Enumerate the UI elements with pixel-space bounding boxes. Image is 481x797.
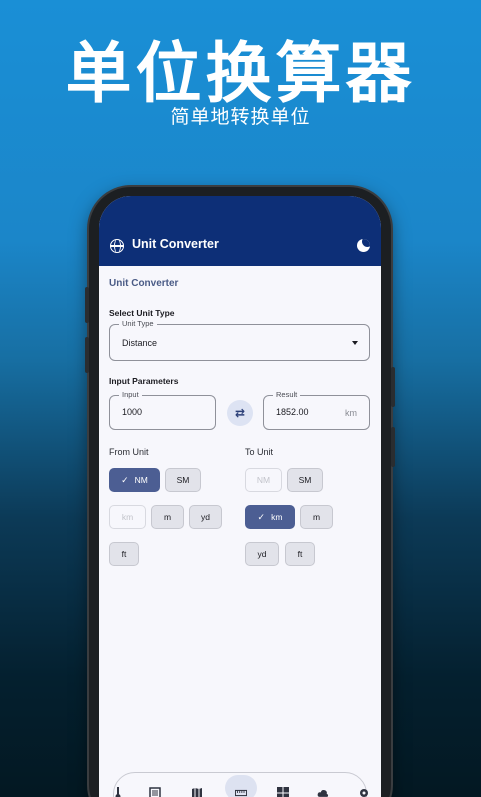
globe-icon: [110, 239, 124, 253]
app-screen: Unit Converter Unit Converter Select Uni…: [99, 196, 381, 797]
chip-label: SM: [298, 475, 312, 485]
chip-label: ft: [297, 549, 303, 559]
map-icon[interactable]: [191, 787, 203, 797]
phone-frame: Unit Converter Unit Converter Select Uni…: [85, 187, 395, 797]
result-field[interactable]: Result 1852.00 km: [263, 390, 370, 430]
chip-label: ft: [121, 549, 127, 559]
from-chip-ft[interactable]: ft: [109, 542, 139, 566]
chip-label: SM: [176, 475, 190, 485]
check-icon: ✓: [257, 511, 266, 522]
chip-label: NM: [134, 475, 148, 485]
from-chip-km: km: [109, 505, 146, 529]
check-icon: ✓: [121, 474, 129, 485]
input-value: 1000: [122, 407, 143, 417]
result-legend: Result: [273, 390, 301, 399]
unit-type-dropdown[interactable]: Unit Type Distance: [109, 319, 370, 361]
to-unit-title: To Unit: [245, 447, 274, 457]
to-chip-m[interactable]: m: [300, 505, 333, 529]
chip-label: m: [163, 512, 172, 522]
chip-label: yd: [257, 549, 267, 559]
to-chip-nm: NM: [245, 468, 282, 492]
promo-subtitle: 简单地转换单位: [170, 106, 311, 128]
from-chip-m[interactable]: m: [151, 505, 184, 529]
bottom-navigation: [112, 772, 370, 797]
thermometer-icon[interactable]: [112, 787, 124, 797]
ruler-icon[interactable]: [235, 787, 247, 797]
chip-label: NM: [256, 475, 271, 485]
chip-label: m: [312, 512, 321, 522]
to-chip-ft[interactable]: ft: [285, 542, 315, 566]
from-chip-nm[interactable]: ✓ NM: [109, 468, 160, 492]
from-unit-title: From Unit: [109, 447, 149, 457]
to-chip-km[interactable]: ✓ km: [245, 505, 295, 529]
unit-type-value: Distance: [122, 338, 158, 348]
input-parameters-label: Input Parameters: [109, 376, 179, 386]
to-chip-yd[interactable]: yd: [245, 542, 279, 566]
chip-label: km: [271, 512, 283, 522]
list-icon[interactable]: [149, 787, 161, 797]
select-unit-type-label: Select Unit Type: [109, 308, 175, 318]
app-bar: Unit Converter: [99, 196, 381, 266]
from-chip-sm[interactable]: SM: [165, 468, 201, 492]
input-field[interactable]: Input 1000: [109, 390, 216, 430]
app-title: Unit Converter: [132, 237, 219, 251]
swap-icon[interactable]: ⇄: [227, 400, 253, 426]
input-legend: Input: [119, 390, 142, 399]
section-title: Unit Converter: [109, 278, 179, 289]
moon-icon[interactable]: [357, 239, 370, 252]
cloud-icon[interactable]: [317, 787, 329, 797]
result-value: 1852.00: [276, 407, 309, 417]
from-chip-yd[interactable]: yd: [189, 505, 222, 529]
result-suffix: km: [345, 408, 357, 418]
to-chip-sm[interactable]: SM: [287, 468, 323, 492]
grid-icon[interactable]: [277, 787, 289, 797]
chevron-down-icon: [352, 341, 358, 345]
unit-type-legend: Unit Type: [119, 319, 157, 328]
converter-content: Unit Converter Select Unit Type Unit Typ…: [99, 266, 381, 766]
chip-label: km: [121, 512, 134, 522]
gear-icon[interactable]: [358, 787, 370, 797]
chip-label: yd: [201, 512, 210, 522]
